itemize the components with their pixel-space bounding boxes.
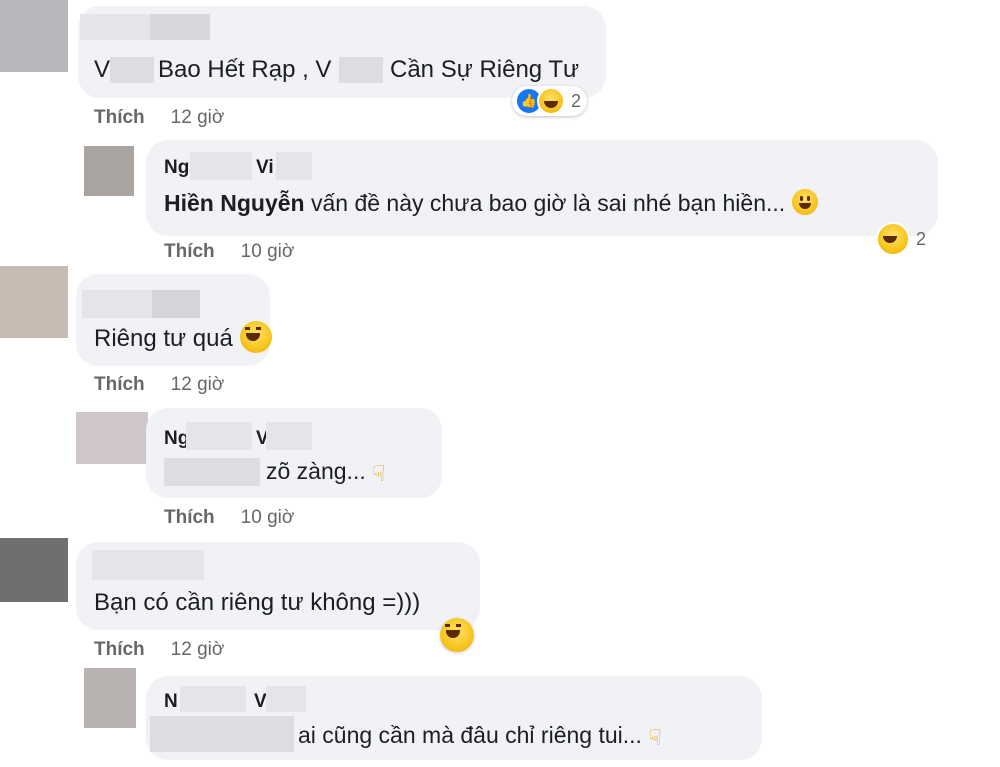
laughing-face-icon[interactable] — [440, 618, 474, 652]
redacted-name — [276, 152, 312, 180]
timestamp[interactable]: 12 giờ — [171, 639, 225, 660]
redacted-text — [150, 716, 294, 752]
pointing-hand-icon: ☟ — [648, 725, 662, 750]
blurred-username — [150, 14, 210, 40]
laughing-face-icon — [239, 321, 272, 353]
comment-text: Cần Sự Riêng Tư — [390, 56, 580, 83]
comment-text: V — [94, 56, 111, 83]
redacted-name — [266, 686, 306, 712]
laughing-face-icon — [876, 222, 910, 256]
blurred-username — [92, 550, 204, 580]
avatar[interactable] — [84, 146, 134, 196]
like-button[interactable]: Thích — [164, 241, 215, 262]
reply-text: ai cũng cần mà đâu chỉ riêng tui... ☟ — [298, 720, 662, 753]
timestamp[interactable]: 10 giờ — [241, 507, 295, 528]
like-button[interactable]: Thích — [94, 374, 145, 395]
like-button[interactable]: Thích — [164, 507, 215, 528]
reply-author[interactable]: V — [254, 690, 267, 714]
blurred-username — [152, 290, 200, 318]
pointing-hand-icon: ☟ — [372, 461, 386, 486]
timestamp[interactable]: 12 giờ — [171, 107, 225, 128]
reply-actions: Thích 10 giờ — [164, 240, 294, 264]
comment-actions: Thích 12 giờ — [94, 373, 224, 397]
avatar[interactable] — [0, 538, 68, 602]
redacted-name — [266, 422, 312, 450]
reply-author[interactable]: Vi — [256, 156, 274, 180]
reply-author[interactable]: Ng — [164, 156, 189, 180]
avatar[interactable] — [84, 668, 136, 728]
smiling-face-icon — [791, 189, 818, 215]
avatar[interactable] — [0, 266, 68, 338]
reply-actions: Thích 10 giờ — [164, 506, 294, 530]
redacted-text — [339, 57, 383, 83]
comment-actions: Thích 12 giờ — [94, 106, 224, 130]
redacted-text — [164, 458, 260, 486]
comment-text: Riêng tư quá — [94, 321, 272, 354]
reply-author[interactable]: N — [164, 690, 178, 714]
reaction-count: 2 — [571, 90, 582, 111]
timestamp[interactable]: 12 giờ — [171, 374, 225, 395]
redacted-name — [186, 422, 252, 450]
mention-link[interactable]: Hiền Nguyễn — [164, 190, 305, 216]
redacted-name — [180, 686, 246, 712]
redacted-text — [110, 57, 154, 83]
reaction-summary[interactable]: 2 — [876, 222, 926, 256]
like-button[interactable]: Thích — [94, 639, 145, 660]
reply-text: Hiền Nguyễn vấn đề này chưa bao giờ là s… — [164, 188, 818, 218]
comment-actions: Thích 12 giờ — [94, 638, 224, 662]
laughing-face-icon — [537, 87, 565, 115]
redacted-name — [190, 152, 252, 180]
timestamp[interactable]: 10 giờ — [241, 241, 295, 262]
comment-text: Bao Hết Rạp , V — [158, 56, 332, 83]
avatar[interactable] — [0, 0, 68, 72]
like-button[interactable]: Thích — [94, 107, 145, 128]
reaction-summary[interactable]: 👍 2 — [512, 86, 588, 116]
reaction-count: 2 — [916, 228, 927, 249]
comment-text: Bạn có cần riêng tư không =))) — [94, 589, 421, 616]
reply-text: zõ zàng... ☟ — [266, 456, 386, 489]
avatar[interactable] — [76, 412, 148, 464]
